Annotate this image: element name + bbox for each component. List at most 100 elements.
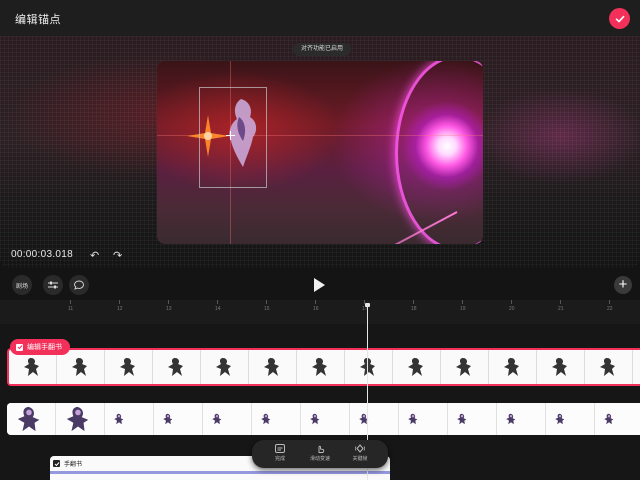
flipbook-frame[interactable] [585, 350, 633, 384]
slide-speed-action[interactable]: 滑动变速 [300, 444, 340, 462]
sprite-thumbnail [261, 413, 271, 425]
sprite-thumbnail [408, 413, 418, 425]
flipbook-frame[interactable] [345, 350, 393, 384]
flipbook-frame[interactable] [249, 350, 297, 384]
checkbox-icon [16, 343, 23, 351]
sprite-frame[interactable] [546, 403, 595, 435]
silhouette-thumbnail [264, 358, 279, 376]
flipbook-track-label: 手翻书 [64, 462, 83, 468]
scene-button[interactable]: 剧场 [12, 275, 32, 295]
silhouette-thumbnail [360, 358, 375, 376]
ruler-tick-mark [315, 300, 316, 304]
flipbook-frame[interactable] [633, 350, 640, 384]
ruler-tick-label: 12 [117, 306, 123, 312]
play-button[interactable] [314, 278, 325, 292]
ruler-tick-mark [413, 300, 414, 304]
redo-icon[interactable]: ↷ [113, 249, 122, 262]
silhouette-thumbnail [72, 358, 87, 376]
scene-label: 剧场 [15, 283, 28, 290]
flipbook-frame[interactable] [297, 350, 345, 384]
flipbook-frame[interactable] [393, 350, 441, 384]
sprite-frame[interactable] [448, 403, 497, 435]
alignment-toast: 对齐功能已启用 [293, 43, 352, 56]
top-bar: 编辑锚点 [0, 0, 640, 36]
ruler-tick-label: 15 [264, 306, 270, 312]
magic-ring [395, 61, 483, 244]
silhouette-thumbnail [456, 358, 471, 376]
subtitle-icon [275, 444, 285, 453]
silhouette-thumbnail [312, 358, 327, 376]
keyframe-icon [355, 444, 365, 453]
confirm-button[interactable] [609, 8, 630, 29]
sprite-frame[interactable] [301, 403, 350, 435]
silhouette-thumbnail [600, 358, 615, 376]
sprite-thumbnail [359, 413, 369, 425]
sliders-icon [48, 281, 58, 289]
ruler-tick-mark [266, 300, 267, 304]
silhouette-thumbnail [168, 358, 183, 376]
timeline-ruler[interactable]: 11121314151617181920212223 [0, 300, 640, 324]
flipbook-frame[interactable] [441, 350, 489, 384]
adjust-button[interactable] [43, 275, 63, 295]
floating-action-bar: 完成 滑动变速 关键帧 [252, 440, 388, 468]
checkbox-icon [53, 460, 60, 467]
sprite-thumbnail [506, 413, 516, 425]
sprite-frame[interactable] [252, 403, 301, 435]
sprite-frame[interactable] [595, 403, 640, 435]
sprite-frame[interactable] [497, 403, 546, 435]
ruler-tick-mark [119, 300, 120, 304]
anchor-point[interactable] [226, 131, 235, 140]
flipbook-frame[interactable] [105, 350, 153, 384]
add-button[interactable]: + [614, 276, 632, 294]
video-preview: 对齐功能已启用 00:00:03.018 ↶ ↷ [0, 36, 640, 268]
timecode: 00:00:03.018 [11, 249, 73, 260]
ruler-tick-mark [462, 300, 463, 304]
checkmark-icon [615, 15, 624, 22]
video-canvas[interactable] [157, 61, 483, 244]
ruler-tick-mark [609, 300, 610, 304]
keyframe-action[interactable]: 关键帧 [340, 444, 380, 462]
comment-button[interactable] [69, 275, 89, 295]
silhouette-thumbnail [216, 358, 231, 376]
ruler-tick-label: 22 [607, 306, 613, 312]
flipbook-edit-tag[interactable]: 编辑手翻书 [10, 339, 70, 355]
sprite-frame[interactable] [7, 403, 56, 435]
flipbook-frame[interactable] [153, 350, 201, 384]
ruler-tick-label: 11 [68, 306, 74, 312]
silhouette-thumbnail [552, 358, 567, 376]
sprite-thumbnail [212, 413, 222, 425]
sprite-frame[interactable] [350, 403, 399, 435]
sprite-frame[interactable] [154, 403, 203, 435]
ruler-tick-label: 18 [411, 306, 417, 312]
silhouette-thumbnail [24, 358, 39, 376]
flipbook-frame[interactable] [9, 350, 57, 384]
sprite-frame[interactable] [56, 403, 105, 435]
sprite-thumbnail [310, 413, 320, 425]
ruler-tick-mark [168, 300, 169, 304]
sprite-track[interactable] [7, 403, 640, 435]
done-action[interactable]: 完成 [260, 444, 300, 462]
silhouette-thumbnail [504, 358, 519, 376]
flipbook-track-header: 手翻书 [53, 459, 82, 468]
ruler-tick-label: 20 [509, 306, 515, 312]
flipbook-frame[interactable] [57, 350, 105, 384]
silhouette-thumbnail [408, 358, 423, 376]
sprite-thumbnail [555, 413, 565, 425]
sprite-frame[interactable] [105, 403, 154, 435]
undo-icon[interactable]: ↶ [90, 249, 99, 262]
touch-icon [318, 445, 325, 453]
flipbook-frame[interactable] [489, 350, 537, 384]
sprite-thumbnail [66, 406, 89, 432]
sprite-thumbnail [17, 406, 40, 432]
sprite-frame[interactable] [399, 403, 448, 435]
ruler-tick-label: 19 [460, 306, 466, 312]
sprite-thumbnail [114, 413, 124, 425]
sprite-thumbnail [163, 413, 173, 425]
ruler-tick-mark [217, 300, 218, 304]
flipbook-edit-track[interactable] [7, 348, 640, 386]
ruler-tick-label: 16 [313, 306, 319, 312]
flipbook-frame[interactable] [201, 350, 249, 384]
sprite-frame[interactable] [203, 403, 252, 435]
flipbook-frame[interactable] [537, 350, 585, 384]
keyframe-label: 关键帧 [352, 456, 368, 462]
